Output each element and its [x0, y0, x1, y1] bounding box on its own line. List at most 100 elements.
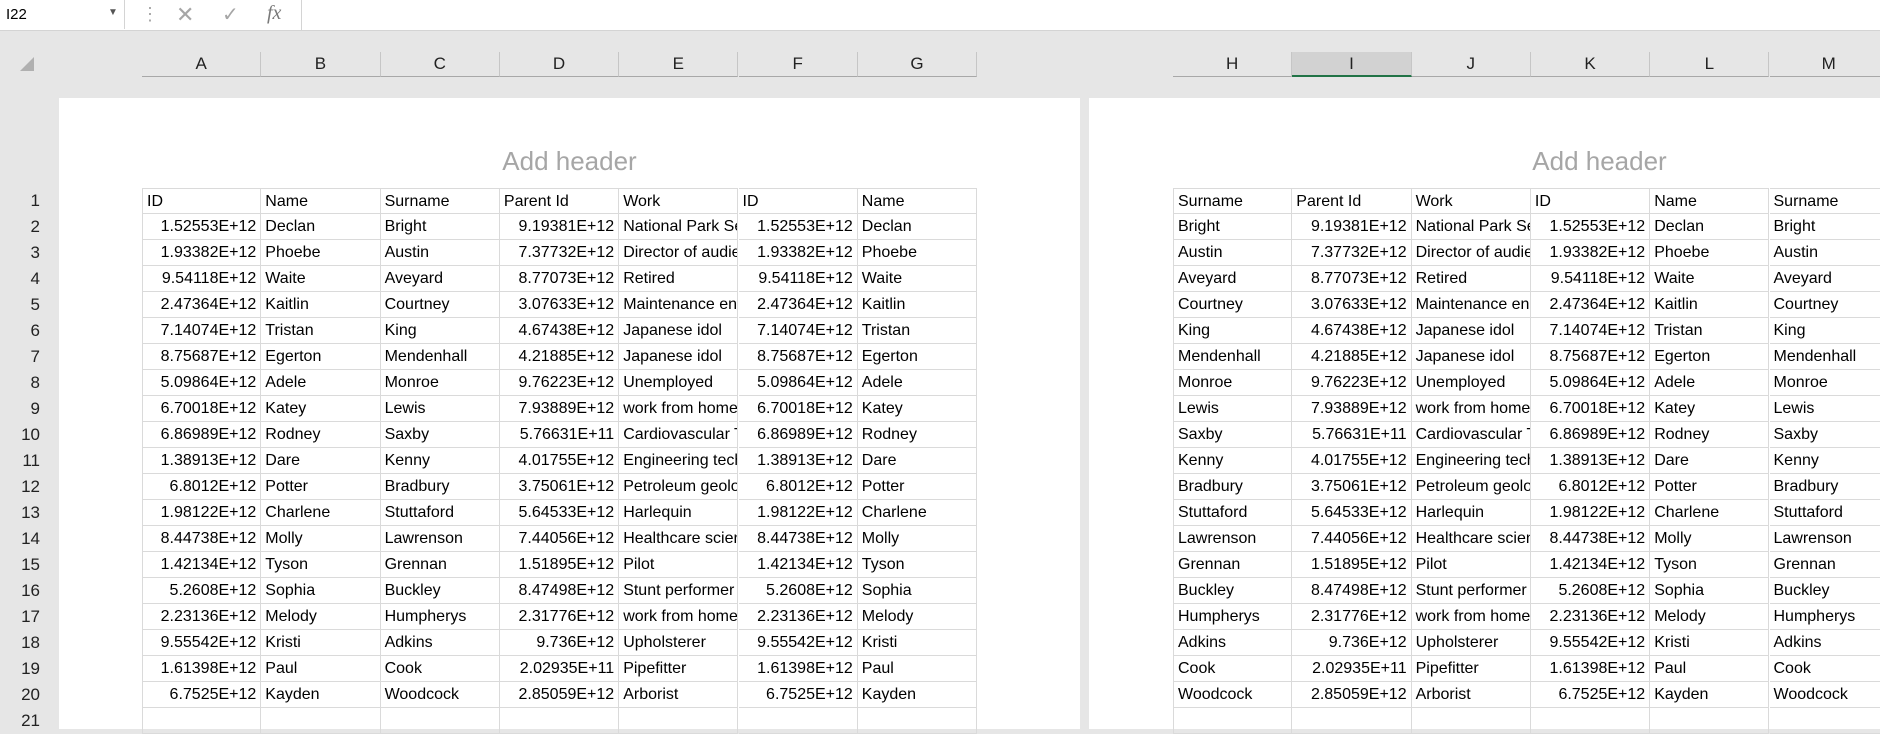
cell[interactable]: 9.736E+12 — [1292, 630, 1411, 656]
cell[interactable]: 1.93382E+12 — [739, 240, 858, 266]
insert-function-icon[interactable]: fx — [267, 2, 281, 25]
cell[interactable]: 3.75061E+12 — [1292, 474, 1411, 500]
cell[interactable]: 1.42134E+12 — [739, 552, 858, 578]
cell[interactable] — [1412, 708, 1531, 734]
cell[interactable]: Unemployed — [1412, 370, 1531, 396]
column-header-b[interactable]: B — [261, 52, 380, 77]
cell[interactable]: 6.8012E+12 — [1531, 474, 1650, 500]
cell[interactable]: Bright — [381, 214, 500, 240]
cell[interactable]: Petroleum geologist — [619, 474, 738, 500]
cell[interactable]: 4.01755E+12 — [500, 448, 619, 474]
cell[interactable]: 1.52553E+12 — [739, 214, 858, 240]
cell[interactable]: Pipefitter — [619, 656, 738, 682]
cell[interactable]: Waite — [858, 266, 977, 292]
cell[interactable] — [1770, 708, 1880, 734]
formula-input[interactable] — [304, 0, 1880, 29]
cell[interactable]: work from home — [1412, 604, 1531, 630]
cell[interactable]: 2.47364E+12 — [739, 292, 858, 318]
cell[interactable]: Kenny — [1173, 448, 1292, 474]
cell[interactable]: King — [381, 318, 500, 344]
cell[interactable]: Melody — [1650, 604, 1769, 630]
cell[interactable]: 8.75687E+12 — [739, 344, 858, 370]
cell[interactable]: Declan — [858, 214, 977, 240]
cell[interactable]: Monroe — [1173, 370, 1292, 396]
cell[interactable]: 2.23136E+12 — [1531, 604, 1650, 630]
cell[interactable]: Bright — [1173, 214, 1292, 240]
cell[interactable]: Paul — [858, 656, 977, 682]
cell[interactable]: Charlene — [858, 500, 977, 526]
cell[interactable]: ID — [142, 188, 261, 214]
cell[interactable]: Aveyard — [1173, 266, 1292, 292]
row-header-11[interactable]: 11 — [0, 448, 40, 474]
cell[interactable]: Monroe — [381, 370, 500, 396]
row-header-2[interactable]: 2 — [0, 214, 40, 240]
cell[interactable]: 9.76223E+12 — [1292, 370, 1411, 396]
enter-icon[interactable]: ✓ — [222, 2, 239, 27]
cell[interactable]: Name — [261, 188, 380, 214]
cell[interactable]: Lewis — [1770, 396, 1880, 422]
cell[interactable]: Cook — [381, 656, 500, 682]
cell[interactable]: Kayden — [1650, 682, 1769, 708]
cell[interactable]: Humpherys — [381, 604, 500, 630]
cell[interactable]: 8.47498E+12 — [1292, 578, 1411, 604]
cell[interactable] — [381, 708, 500, 734]
cell[interactable]: 6.86989E+12 — [739, 422, 858, 448]
cell[interactable]: Pilot — [1412, 552, 1531, 578]
cell[interactable]: Tristan — [858, 318, 977, 344]
row-header-16[interactable]: 16 — [0, 578, 40, 604]
cell[interactable] — [619, 708, 738, 734]
cell[interactable]: Maintenance engineer — [619, 292, 738, 318]
cell[interactable]: 7.44056E+12 — [500, 526, 619, 552]
cell[interactable]: 1.98122E+12 — [739, 500, 858, 526]
chevron-down-icon[interactable]: ▼ — [108, 7, 118, 18]
cell[interactable]: 7.37732E+12 — [1292, 240, 1411, 266]
cell[interactable]: Phoebe — [858, 240, 977, 266]
cell[interactable]: Monroe — [1770, 370, 1880, 396]
cell[interactable]: 1.38913E+12 — [739, 448, 858, 474]
cell[interactable]: Director of audience — [619, 240, 738, 266]
cell[interactable] — [142, 708, 261, 734]
cell[interactable]: 2.85059E+12 — [500, 682, 619, 708]
cell[interactable]: 8.44738E+12 — [1531, 526, 1650, 552]
page-header-placeholder[interactable]: Add header — [59, 146, 1080, 177]
cell[interactable]: work from home — [619, 604, 738, 630]
column-header-d[interactable]: D — [500, 52, 619, 77]
row-header-8[interactable]: 8 — [0, 370, 40, 396]
cell[interactable]: Potter — [858, 474, 977, 500]
cell[interactable]: Woodcock — [1770, 682, 1880, 708]
row-header-10[interactable]: 10 — [0, 422, 40, 448]
cell[interactable]: Retired — [619, 266, 738, 292]
cell[interactable]: 1.61398E+12 — [1531, 656, 1650, 682]
cell[interactable]: Austin — [1770, 240, 1880, 266]
cell[interactable]: Upholsterer — [619, 630, 738, 656]
cell[interactable]: King — [1770, 318, 1880, 344]
cell[interactable]: 5.09864E+12 — [739, 370, 858, 396]
cell[interactable]: Melody — [261, 604, 380, 630]
cell[interactable]: Healthcare scientist — [1412, 526, 1531, 552]
cell[interactable]: ID — [1531, 188, 1650, 214]
cell[interactable]: Rodney — [261, 422, 380, 448]
cell[interactable]: Paul — [1650, 656, 1769, 682]
cell[interactable]: 9.55542E+12 — [1531, 630, 1650, 656]
cell[interactable]: 4.01755E+12 — [1292, 448, 1411, 474]
cell[interactable]: Lewis — [381, 396, 500, 422]
cell[interactable]: 2.23136E+12 — [739, 604, 858, 630]
cell[interactable]: Phoebe — [1650, 240, 1769, 266]
cell[interactable]: work from home — [619, 396, 738, 422]
cell[interactable]: Cardiovascular Technologist — [1412, 422, 1531, 448]
cell[interactable]: Petroleum geologist — [1412, 474, 1531, 500]
cell[interactable]: Woodcock — [381, 682, 500, 708]
cell[interactable]: Dare — [1650, 448, 1769, 474]
cell[interactable]: Kayden — [858, 682, 977, 708]
cell[interactable]: Bradbury — [381, 474, 500, 500]
cell[interactable]: 9.54118E+12 — [142, 266, 261, 292]
cell[interactable]: Austin — [1173, 240, 1292, 266]
column-header-e[interactable]: E — [619, 52, 738, 77]
cell[interactable]: National Park Service — [619, 214, 738, 240]
cell[interactable]: Harlequin — [619, 500, 738, 526]
cell[interactable]: 2.31776E+12 — [500, 604, 619, 630]
cell[interactable]: Kenny — [381, 448, 500, 474]
row-header-15[interactable]: 15 — [0, 552, 40, 578]
cell[interactable]: Kaitlin — [858, 292, 977, 318]
cell[interactable]: 6.86989E+12 — [142, 422, 261, 448]
